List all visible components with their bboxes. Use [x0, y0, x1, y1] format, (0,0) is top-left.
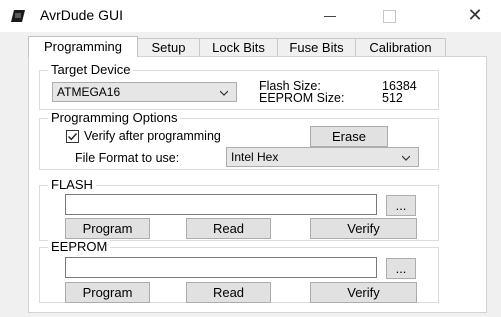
tab-setup[interactable]: Setup [137, 38, 200, 56]
file-format-value: Intel Hex [231, 150, 279, 164]
device-select[interactable]: ATMEGA16 [52, 82, 237, 102]
eeprom-file-input[interactable] [65, 257, 377, 278]
eeprom-group: EEPROM ... Program Read Verify [39, 239, 439, 303]
app-window: AvrDude GUI ✕ Programming Setup Lock Bit… [0, 0, 501, 317]
maximize-icon [382, 9, 396, 23]
check-icon [68, 133, 78, 141]
tab-calibration[interactable]: Calibration [355, 38, 446, 56]
file-format-select[interactable]: Intel Hex [226, 147, 419, 167]
erase-button[interactable]: Erase [310, 126, 388, 147]
chip-icon [10, 9, 26, 23]
programming-options-title: Programming Options [48, 110, 181, 125]
flash-read-button[interactable]: Read [186, 218, 271, 239]
eeprom-size-label: EEPROM Size: [259, 91, 345, 105]
target-device-title: Target Device [48, 62, 134, 77]
flash-verify-button[interactable]: Verify [310, 218, 417, 239]
minimize-icon [324, 15, 336, 17]
eeprom-program-button[interactable]: Program [65, 282, 150, 303]
file-format-label: File Format to use: [75, 151, 180, 165]
eeprom-browse-button[interactable]: ... [386, 258, 416, 279]
tab-fuse-bits[interactable]: Fuse Bits [277, 38, 356, 56]
close-icon: ✕ [467, 5, 483, 26]
window-title: AvrDude GUI [40, 7, 123, 23]
programming-panel: Target Device ATMEGA16 Flash Size: 16384… [28, 56, 487, 313]
minimize-button[interactable] [307, 0, 353, 32]
flash-title: FLASH [48, 177, 96, 192]
device-select-value: ATMEGA16 [57, 85, 121, 99]
flash-file-input[interactable] [65, 194, 377, 215]
programming-options-group: Programming Options Verify after program… [39, 110, 439, 170]
maximize-button[interactable] [366, 0, 412, 32]
tab-lock-bits[interactable]: Lock Bits [199, 38, 278, 56]
chevron-down-icon [220, 90, 228, 96]
flash-group: FLASH ... Program Read Verify [39, 177, 439, 241]
verify-checkbox-label[interactable]: Verify after programming [84, 129, 221, 143]
tab-programming[interactable]: Programming [28, 36, 138, 57]
verify-checkbox[interactable] [66, 130, 79, 143]
eeprom-verify-button[interactable]: Verify [310, 282, 417, 303]
eeprom-title: EEPROM [48, 239, 111, 254]
chevron-down-icon [402, 155, 410, 161]
target-device-group: Target Device ATMEGA16 Flash Size: 16384… [39, 62, 439, 110]
eeprom-read-button[interactable]: Read [186, 282, 271, 303]
close-button[interactable]: ✕ [452, 0, 498, 32]
eeprom-size-value: 512 [382, 91, 403, 105]
flash-browse-button[interactable]: ... [386, 195, 416, 216]
flash-program-button[interactable]: Program [65, 218, 150, 239]
title-bar[interactable]: AvrDude GUI ✕ [0, 0, 501, 32]
